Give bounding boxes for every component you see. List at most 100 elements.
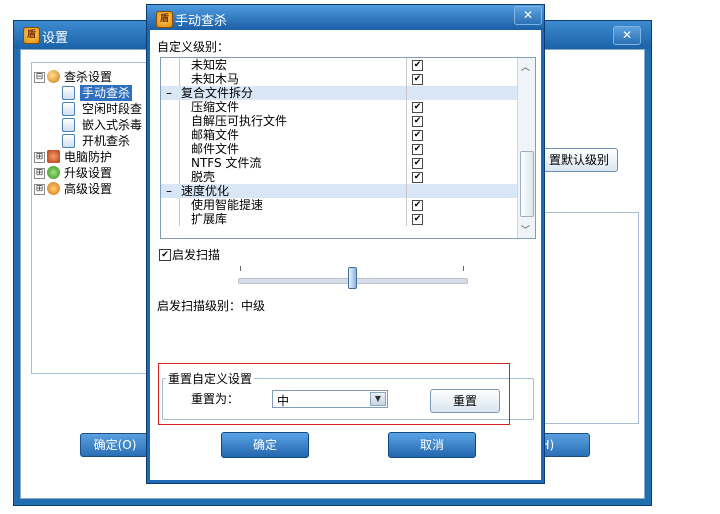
list-item-label: 脱壳	[191, 170, 216, 184]
heuristic-level-text: 启发扫描级别：中级	[157, 299, 266, 313]
list-item-row[interactable]: 邮件文件 ✔	[161, 142, 518, 156]
heuristic-scan-label: 启发扫描	[172, 248, 221, 262]
grid-line	[406, 114, 407, 128]
grid-line	[406, 100, 407, 114]
settings-tree: ⊟ 查杀设置 手动查杀 空闲时段查 嵌入式杀毒 开机查杀 ⊞ 电脑防护 ⊞ 升级…	[31, 62, 161, 374]
grid-line	[179, 72, 180, 86]
grid-line	[179, 58, 180, 72]
dialog-body: 自定义级别： 未知宏 ✔ 未知木马 ✔ – 复合文件拆分 压缩文件 ✔ 自解压可执行文件 ✔ 邮箱文…	[150, 30, 541, 480]
list-item-label: 使用智能提速	[191, 198, 264, 212]
list-item-checkbox[interactable]: ✔	[412, 130, 423, 141]
restore-default-level-button[interactable]: 置默认级别	[536, 148, 618, 172]
tree-item-label: 开机查杀	[82, 134, 131, 148]
grid-line	[406, 58, 407, 72]
tree-item-label: 高级设置	[64, 182, 113, 196]
settings-detail-panel	[541, 212, 639, 424]
list-item-row[interactable]: NTFS 文件流 ✔	[161, 156, 518, 170]
ok-button[interactable]: 确定	[221, 432, 309, 458]
list-item-row[interactable]: 邮箱文件 ✔	[161, 128, 518, 142]
grid-line	[406, 156, 407, 170]
dialog-close-button[interactable]: ✕	[514, 6, 542, 25]
list-scrollbar[interactable]: ︿ ﹀	[517, 58, 535, 238]
grid-line	[406, 142, 407, 156]
heuristic-scan-checkbox[interactable]: ✔	[159, 249, 171, 261]
list-item-row[interactable]: 压缩文件 ✔	[161, 100, 518, 114]
upgrade-icon	[47, 166, 60, 179]
list-item-label: 邮箱文件	[191, 128, 240, 142]
list-item-label: 未知木马	[191, 72, 240, 86]
list-item-checkbox[interactable]: ✔	[412, 74, 423, 85]
scroll-thumb[interactable]	[520, 151, 534, 217]
tree-item-label: 查杀设置	[64, 70, 113, 84]
tree-item-label: 电脑防护	[64, 150, 113, 164]
list-item-row[interactable]: 使用智能提速 ✔	[161, 198, 518, 212]
tree-item-label: 空闲时段查	[82, 102, 143, 116]
dialog-title-bar[interactable]: 盾 手动查杀 ✕	[147, 5, 544, 30]
scroll-up-icon[interactable]: ︿	[521, 60, 530, 73]
grid-line	[406, 198, 407, 212]
list-item-label: 速度优化	[181, 184, 230, 198]
list-item-label: 未知宏	[191, 58, 228, 72]
list-item-checkbox[interactable]: ✔	[412, 172, 423, 183]
cancel-button[interactable]: 取消	[388, 432, 476, 458]
settings-ok-button[interactable]: 确定(O)	[80, 433, 150, 457]
grid-line	[406, 212, 407, 226]
list-item-label: NTFS 文件流	[191, 156, 262, 170]
scroll-down-icon[interactable]: ﹀	[521, 223, 530, 236]
expand-icon[interactable]: ⊞	[34, 152, 45, 163]
expand-icon[interactable]: ⊞	[34, 184, 45, 195]
highlight-box	[158, 363, 510, 425]
grid-line	[406, 170, 407, 184]
list-item-row[interactable]: 脱壳 ✔	[161, 170, 518, 184]
grid-line	[406, 72, 407, 86]
grid-line	[179, 114, 180, 128]
settings-close-button[interactable]: ✕	[613, 26, 641, 45]
list-item-checkbox[interactable]: ✔	[412, 214, 423, 225]
doc-icon	[62, 134, 75, 148]
pc-guard-icon	[47, 150, 60, 163]
grid-line	[179, 156, 180, 170]
custom-level-list: 未知宏 ✔ 未知木马 ✔ – 复合文件拆分 压缩文件 ✔ 自解压可执行文件 ✔ 邮箱文件 ✔ 邮件文件 ✔…	[160, 57, 536, 239]
dialog-title: 手动查杀	[175, 14, 228, 29]
list-item-row[interactable]: 未知木马 ✔	[161, 72, 518, 86]
list-item-label: 复合文件拆分	[181, 86, 254, 100]
grid-line	[179, 142, 180, 156]
list-item-label: 压缩文件	[191, 100, 240, 114]
list-item-checkbox[interactable]: ✔	[412, 60, 423, 71]
list-item-label: 自解压可执行文件	[191, 114, 288, 128]
list-item-row[interactable]: 自解压可执行文件 ✔	[161, 114, 518, 128]
settings-window-title: 设置	[42, 31, 69, 46]
list-item-checkbox[interactable]: ✔	[412, 102, 423, 113]
list-item-checkbox[interactable]: ✔	[412, 116, 423, 127]
collapse-icon[interactable]: –	[166, 86, 172, 100]
search-icon	[47, 70, 60, 83]
app-shield-icon: 盾	[156, 11, 173, 28]
grid-line	[406, 184, 407, 198]
list-group-row[interactable]: – 速度优化	[161, 184, 518, 198]
manual-scan-dialog: 盾 手动查杀 ✕ 自定义级别： 未知宏 ✔ 未知木马 ✔ – 复合文件拆分 压缩文件 ✔ 自解压…	[146, 4, 545, 484]
heuristic-level-slider-thumb[interactable]	[347, 267, 357, 289]
list-item-label: 邮件文件	[191, 142, 240, 156]
doc-icon	[62, 102, 75, 116]
list-item-row[interactable]: 扩展库 ✔	[161, 212, 518, 226]
slider-tick	[463, 266, 464, 271]
list-item-checkbox[interactable]: ✔	[412, 144, 423, 155]
grid-line	[179, 212, 180, 226]
grid-line	[179, 198, 180, 212]
app-shield-icon: 盾	[23, 27, 40, 44]
list-item-row[interactable]: 未知宏 ✔	[161, 58, 518, 72]
collapse-icon[interactable]: ⊟	[34, 72, 45, 83]
tree-item-label: 手动查杀	[80, 85, 133, 101]
list-item-checkbox[interactable]: ✔	[412, 200, 423, 211]
doc-icon	[62, 118, 75, 132]
expand-icon[interactable]: ⊞	[34, 168, 45, 179]
grid-line	[406, 128, 407, 142]
list-group-row[interactable]: – 复合文件拆分	[161, 86, 518, 100]
custom-level-label: 自定义级别：	[157, 40, 230, 54]
advanced-icon	[47, 182, 60, 195]
collapse-icon[interactable]: –	[166, 184, 172, 198]
slider-tick	[240, 266, 241, 271]
list-item-checkbox[interactable]: ✔	[412, 158, 423, 169]
list-item-label: 扩展库	[191, 212, 228, 226]
grid-line	[179, 100, 180, 114]
